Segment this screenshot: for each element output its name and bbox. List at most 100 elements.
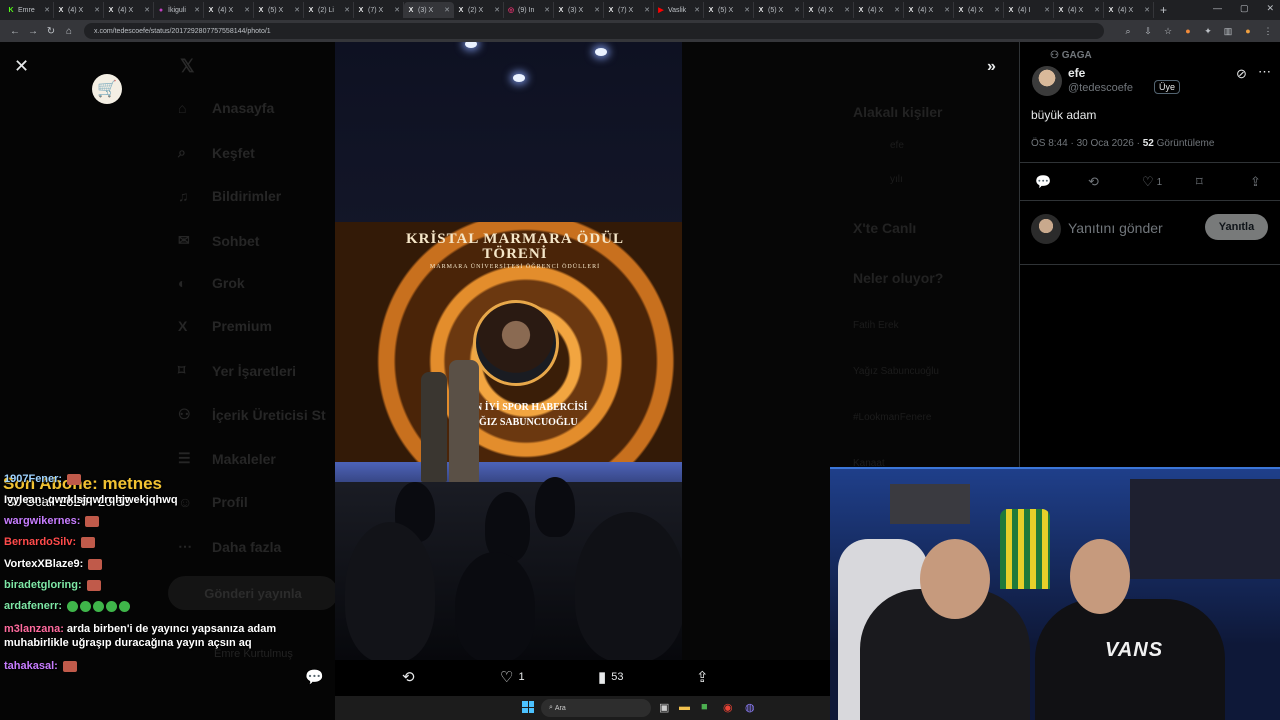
tab-close-icon[interactable]: ✕ xyxy=(594,6,600,14)
reload-icon[interactable]: ↻ xyxy=(42,26,60,37)
browser-tab[interactable]: X (4) I ✕ xyxy=(1004,2,1054,18)
tab-close-icon[interactable]: ✕ xyxy=(694,6,700,14)
browser-tab[interactable]: ▶ Vaslik ✕ xyxy=(654,2,704,18)
browser-tab[interactable]: X (4) X ✕ xyxy=(954,2,1004,18)
browser-tab[interactable]: ● İkiguli ✕ xyxy=(154,2,204,18)
tab-close-icon[interactable]: ✕ xyxy=(894,6,900,14)
tweet-share-button[interactable]: ⇪ xyxy=(1250,174,1261,190)
discord-icon[interactable]: ◍ xyxy=(745,701,755,714)
star-icon[interactable]: ☆ xyxy=(1162,26,1174,37)
tab-close-icon[interactable]: ✕ xyxy=(644,6,650,14)
browser-tab[interactable]: X (3) X ✕ xyxy=(554,2,604,18)
tab-close-icon[interactable]: ✕ xyxy=(1094,6,1100,14)
chrome-icon[interactable]: ◉ xyxy=(723,701,733,714)
reply-input[interactable]: Yanıtını gönder xyxy=(1068,220,1163,236)
trend-item[interactable]: Yağız Sabuncuoğlu xyxy=(853,366,939,377)
tab-close-icon[interactable]: ✕ xyxy=(494,6,500,14)
tweet-bookmark-button[interactable]: ⌑ xyxy=(1196,174,1203,190)
windows-start-icon[interactable] xyxy=(522,701,534,713)
browser-tab[interactable]: K Emre ✕ xyxy=(4,2,54,18)
minimize-icon[interactable]: — xyxy=(1213,3,1222,14)
tab-close-icon[interactable]: ✕ xyxy=(344,6,350,14)
browser-tab[interactable]: X (2) Li ✕ xyxy=(304,2,354,18)
tab-close-icon[interactable]: ✕ xyxy=(1044,6,1050,14)
tab-close-icon[interactable]: ✕ xyxy=(44,6,50,14)
sidebar-item[interactable]: ⌕ Keşfet xyxy=(178,144,255,161)
sidebar-item[interactable]: X Premium xyxy=(178,318,272,334)
browser-tab[interactable]: X (4) X ✕ xyxy=(854,2,904,18)
back-icon[interactable]: ← xyxy=(6,26,24,37)
menu-icon[interactable]: ⋮ xyxy=(1262,26,1274,37)
views-button[interactable]: ▮ 53 xyxy=(598,668,624,686)
sidebar-item[interactable]: ✉ Sohbet xyxy=(178,232,259,249)
tab-close-icon[interactable]: ✕ xyxy=(444,6,450,14)
like-button[interactable]: ♡ 1 xyxy=(500,668,525,686)
browser-tab[interactable]: ◎ (9) In ✕ xyxy=(504,2,554,18)
grok-icon[interactable]: ⊘ xyxy=(1236,66,1247,82)
browser-tab[interactable]: X (4) X ✕ xyxy=(804,2,854,18)
post-button[interactable]: Gönderi yayınla xyxy=(168,576,338,610)
avatar[interactable] xyxy=(1032,66,1062,96)
home-icon[interactable]: ⌂ xyxy=(60,26,78,37)
taskview-icon[interactable]: ▣ xyxy=(659,701,669,714)
sidebar-item[interactable]: ⌂ Anasayfa xyxy=(178,100,274,116)
tab-close-icon[interactable]: ✕ xyxy=(844,6,850,14)
tweet-repost-button[interactable]: ⟲ xyxy=(1088,174,1099,190)
browser-tab[interactable]: X (4) X ✕ xyxy=(54,2,104,18)
tab-close-icon[interactable]: ✕ xyxy=(994,6,1000,14)
browser-tab[interactable]: X (4) X ✕ xyxy=(904,2,954,18)
repost-button[interactable]: ⟲ xyxy=(402,668,420,686)
tweet-time[interactable]: ÖS 8:44 · 30 Oca 2026 · xyxy=(1031,138,1140,149)
taskbar-search[interactable]: ⌕ Ara xyxy=(541,699,651,717)
tab-close-icon[interactable]: ✕ xyxy=(244,6,250,14)
tab-close-icon[interactable]: ✕ xyxy=(744,6,750,14)
more-icon[interactable]: ⋯ xyxy=(1258,64,1271,80)
install-icon[interactable]: ⇩ xyxy=(1142,26,1154,37)
sidebar-item[interactable]: ☰ Makaleler xyxy=(178,450,276,467)
tab-close-icon[interactable]: ✕ xyxy=(1144,6,1150,14)
sidebar-item[interactable]: ◐ Grok xyxy=(178,275,245,291)
close-photo-icon[interactable]: ✕ xyxy=(14,56,29,77)
browser-tab[interactable]: X (2) X ✕ xyxy=(454,2,504,18)
browser-tab[interactable]: X (4) X ✕ xyxy=(204,2,254,18)
forward-icon[interactable]: → xyxy=(24,26,42,37)
share-button[interactable]: ⇪ xyxy=(696,668,714,686)
browser-tab[interactable]: X (7) X ✕ xyxy=(354,2,404,18)
reply-button[interactable]: 💬 xyxy=(305,668,329,686)
sidebar-item[interactable]: ⋯ Daha fazla xyxy=(178,538,281,555)
tab-close-icon[interactable]: ✕ xyxy=(944,6,950,14)
browser-tab[interactable]: X (4) X ✕ xyxy=(104,2,154,18)
trend-item[interactable]: #LookmanFenere xyxy=(853,412,931,423)
browser-tab[interactable]: X (5) X ✕ xyxy=(754,2,804,18)
sidebar-item[interactable]: ♫ Bildirimler xyxy=(178,188,281,204)
tab-close-icon[interactable]: ✕ xyxy=(294,6,300,14)
url-input[interactable]: x.com/tedescoefe/status/2017292807757558… xyxy=(84,23,1104,39)
tab-close-icon[interactable]: ✕ xyxy=(194,6,200,14)
close-window-icon[interactable]: ✕ xyxy=(1266,3,1274,14)
expand-icon[interactable]: » xyxy=(987,58,996,76)
sidebar-item[interactable]: ⌑ Yer İşaretleri xyxy=(178,362,296,379)
browser-tab[interactable]: X (5) X ✕ xyxy=(704,2,754,18)
extension-icon[interactable]: ● xyxy=(1182,26,1194,37)
sidebar-item[interactable]: ⚇ İçerik Üreticisi St xyxy=(178,406,326,423)
tab-close-icon[interactable]: ✕ xyxy=(94,6,100,14)
tweet-like-button[interactable]: ♡ 1 xyxy=(1142,174,1162,190)
puzzle-icon[interactable]: ✦ xyxy=(1202,26,1214,37)
sidebar-item[interactable]: ☺ Profil xyxy=(178,494,248,510)
tweet-reply-button[interactable]: 💬 xyxy=(1035,174,1051,190)
browser-tab[interactable]: X (3) X ✕ xyxy=(404,2,454,18)
tweet-photo[interactable]: KRİSTAL MARMARA ÖDÜL TÖRENİ MARMARA ÜNİV… xyxy=(335,42,682,660)
trend-item[interactable]: Fatih Erek xyxy=(853,320,899,331)
reply-submit-button[interactable]: Yanıtla xyxy=(1205,214,1268,240)
new-tab-icon[interactable]: + xyxy=(1160,3,1167,17)
tab-close-icon[interactable]: ✕ xyxy=(794,6,800,14)
store-icon[interactable]: ■ xyxy=(701,701,708,713)
browser-tab[interactable]: X (7) X ✕ xyxy=(604,2,654,18)
x-logo-icon[interactable]: 𝕏 xyxy=(180,56,195,77)
browser-tab[interactable]: X (4) X ✕ xyxy=(1054,2,1104,18)
folder-icon[interactable]: ▬ xyxy=(679,701,690,713)
tab-close-icon[interactable]: ✕ xyxy=(144,6,150,14)
maximize-icon[interactable]: ▢ xyxy=(1240,3,1249,14)
author-name[interactable]: efe xyxy=(1068,66,1085,80)
browser-tab[interactable]: X (4) X ✕ xyxy=(1104,2,1154,18)
